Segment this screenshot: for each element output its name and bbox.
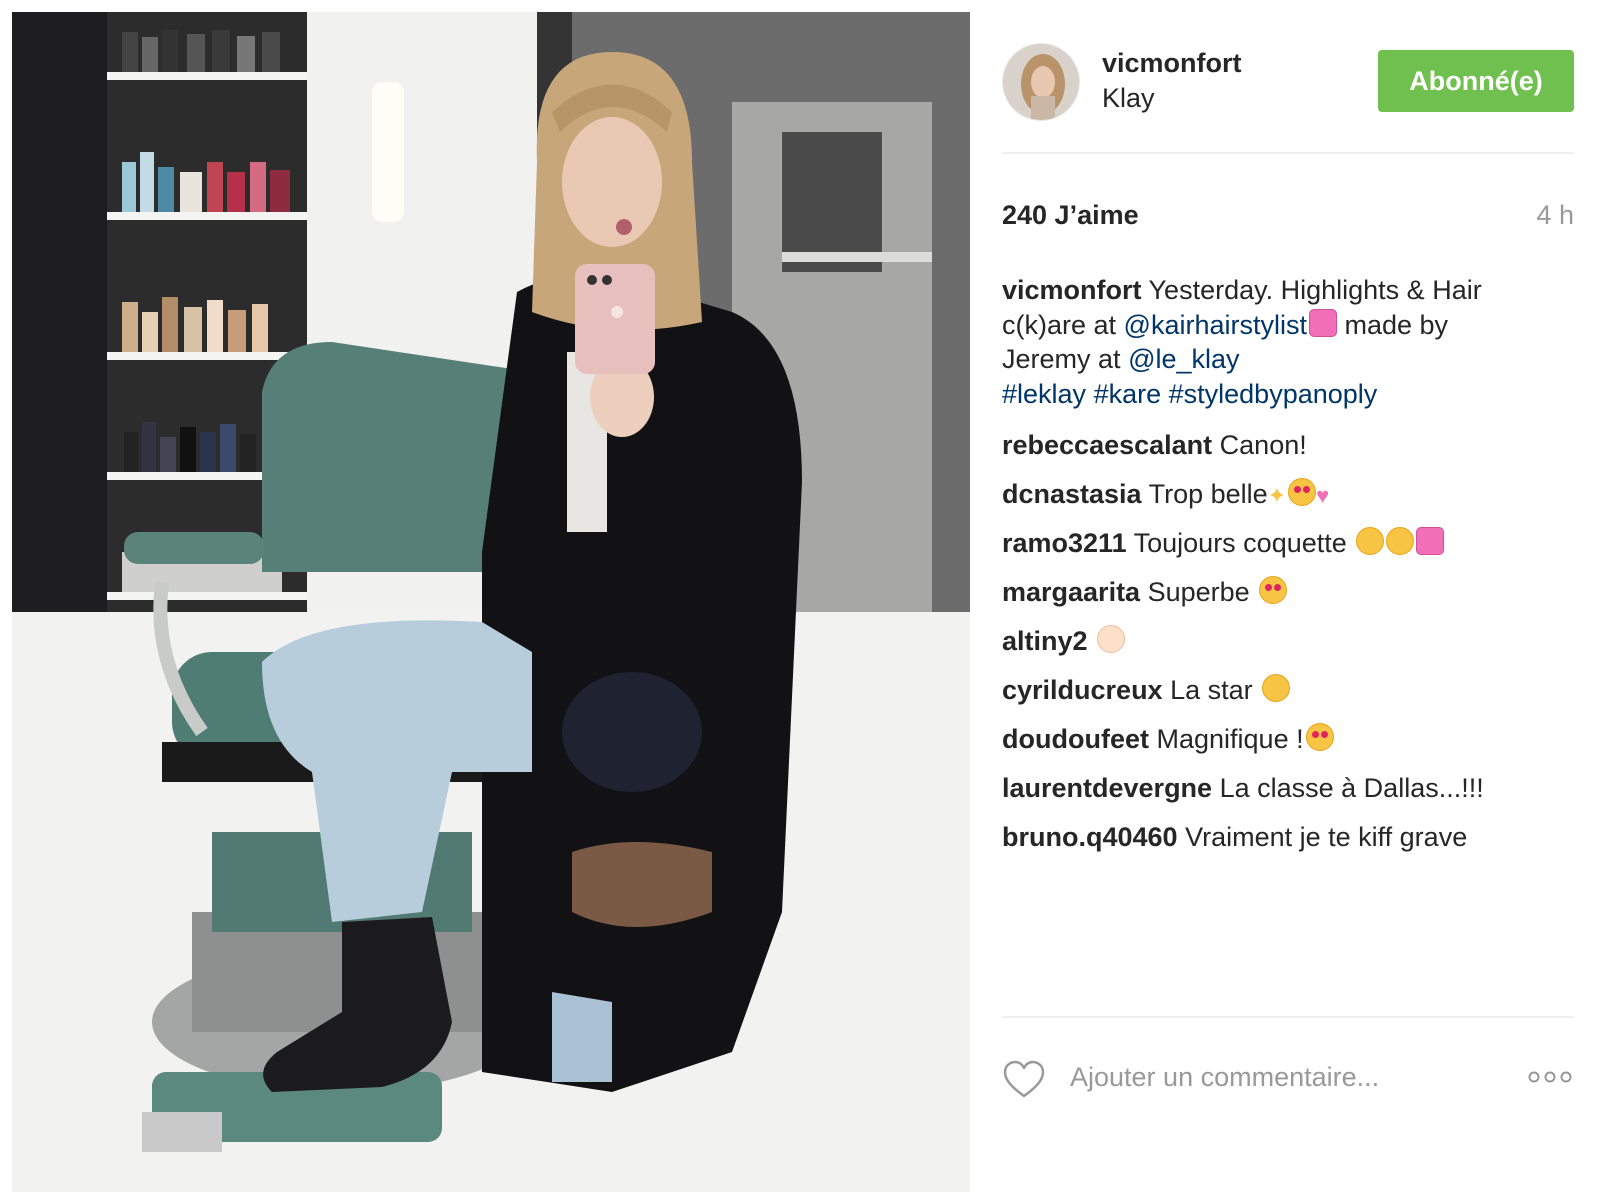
footer-divider: [1002, 1016, 1574, 1018]
comment-username[interactable]: bruno.q40460: [1002, 822, 1178, 852]
location-link[interactable]: Klay: [1102, 80, 1242, 116]
comment-username[interactable]: altiny2: [1002, 626, 1088, 656]
heart-eyes-emoji: [1259, 576, 1288, 604]
comment-username[interactable]: ramo3211: [1002, 528, 1127, 558]
winking-face-emoji: [1262, 674, 1291, 702]
post-photo[interactable]: [12, 12, 970, 1192]
comment-text: Trop belle: [1148, 479, 1268, 509]
hashtag-link[interactable]: #leklay: [1002, 379, 1086, 409]
comment-item: dcnastasia Trop belle✦ ♥: [1002, 477, 1574, 526]
comment-item: cyrilducreux La star: [1002, 673, 1574, 722]
comment-item: ramo3211 Toujours coquette: [1002, 526, 1574, 575]
comment-bar: [1002, 1048, 1574, 1108]
avatar[interactable]: [1002, 43, 1080, 121]
post-caption: vicmonfort Yesterday. Highlights & Hair …: [1002, 273, 1542, 411]
comment-text: Toujours coquette: [1133, 528, 1347, 558]
haircut-emoji: [1308, 308, 1337, 337]
comment-text: Canon!: [1219, 430, 1307, 460]
comment-username[interactable]: rebeccaescalant: [1002, 430, 1212, 460]
ok-hand-emoji: [1097, 625, 1126, 653]
comment-input[interactable]: [1068, 1054, 1492, 1100]
post-header: vicmonfort Klay Abonné(e): [1002, 40, 1574, 121]
sparkles-emoji: ✦: [1267, 483, 1287, 508]
header-divider: [1002, 152, 1574, 154]
comment-text: La star: [1170, 675, 1253, 705]
hashtag-link[interactable]: #styledbypanoply: [1169, 379, 1378, 409]
header-names: vicmonfort Klay: [1102, 46, 1242, 116]
comment-item: margaarita Superbe: [1002, 575, 1574, 624]
comment-text: Vraiment je te kiff grave: [1185, 822, 1468, 852]
comment-item: doudoufeet Magnifique !: [1002, 722, 1574, 771]
comment-username[interactable]: laurentdevergne: [1002, 773, 1212, 803]
username-link[interactable]: vicmonfort: [1102, 46, 1242, 80]
smiling-face-emoji: [1356, 527, 1385, 555]
smiling-face-emoji: [1386, 527, 1415, 555]
heart-outline-icon[interactable]: [1002, 1060, 1046, 1100]
mention-link[interactable]: @le_klay: [1128, 344, 1239, 374]
comment-username[interactable]: margaarita: [1002, 577, 1140, 607]
likes-row: 240 J’aime 4 h: [1002, 200, 1574, 236]
mention-link[interactable]: @kairhairstylist: [1124, 310, 1307, 340]
post-timestamp[interactable]: 4 h: [1536, 200, 1574, 231]
two-hearts-emoji: ♥: [1316, 483, 1330, 508]
comment-list: rebeccaescalant Canon! dcnastasia Trop b…: [1002, 428, 1574, 869]
comment-text: Superbe: [1147, 577, 1250, 607]
comment-text: Magnifique !: [1156, 724, 1304, 754]
heart-emoji: [1416, 527, 1445, 555]
more-options-icon[interactable]: [1526, 1066, 1574, 1088]
follow-button[interactable]: Abonné(e): [1378, 50, 1574, 112]
likes-count[interactable]: 240 J’aime: [1002, 200, 1139, 231]
comment-item: altiny2: [1002, 624, 1574, 673]
comment-username[interactable]: dcnastasia: [1002, 479, 1142, 509]
comment-item: bruno.q40460 Vraiment je te kiff grave: [1002, 820, 1574, 869]
hashtag-link[interactable]: #kare: [1094, 379, 1162, 409]
caption-username[interactable]: vicmonfort: [1002, 275, 1142, 305]
comment-item: laurentdevergne La classe à Dallas...!!!: [1002, 771, 1574, 820]
comment-text: La classe à Dallas...!!!: [1219, 773, 1484, 803]
heart-eyes-emoji: [1305, 723, 1334, 751]
comment-item: rebeccaescalant Canon!: [1002, 428, 1574, 477]
post-details-panel: vicmonfort Klay Abonné(e) 240 J’aime 4 h…: [1002, 0, 1602, 1200]
comment-username[interactable]: doudoufeet: [1002, 724, 1149, 754]
heart-eyes-cat-emoji: [1288, 478, 1317, 506]
comment-username[interactable]: cyrilducreux: [1002, 675, 1163, 705]
